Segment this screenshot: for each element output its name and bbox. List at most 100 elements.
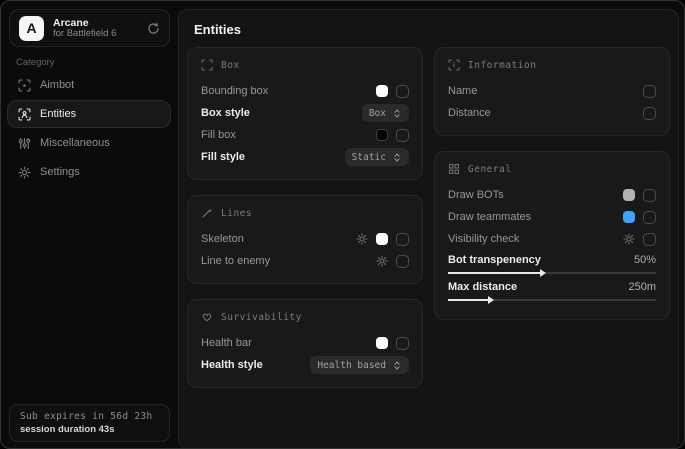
row-visibility-check: Visibility check: [448, 228, 656, 250]
draw-teammates-checkbox[interactable]: [643, 211, 656, 224]
color-swatch[interactable]: [376, 85, 388, 97]
page-title: Entities: [194, 22, 678, 37]
slider-value: 50%: [634, 254, 656, 266]
box-style-dropdown[interactable]: Box: [362, 104, 409, 122]
row-fill-style: Fill style Static: [201, 146, 409, 168]
name-checkbox[interactable]: [643, 85, 656, 98]
fill-style-dropdown[interactable]: Static: [345, 148, 409, 166]
information-section: Information Name Distance: [434, 47, 670, 136]
row-fill-box: Fill box: [201, 124, 409, 146]
section-title: Box: [221, 60, 240, 71]
skeleton-settings-gear-icon[interactable]: [356, 233, 368, 245]
line-to-enemy-checkbox[interactable]: [396, 255, 409, 268]
row-name: Name: [448, 80, 656, 102]
slider-value: 250m: [628, 281, 656, 293]
app-logo-card: A Arcane for Battlefield 6: [9, 9, 170, 47]
fill-box-checkbox[interactable]: [396, 129, 409, 142]
setting-label: Visibility check: [448, 233, 519, 245]
section-title: Lines: [221, 208, 252, 219]
sliders-icon: [18, 137, 31, 150]
setting-label: Bounding box: [201, 85, 268, 97]
bot-transparency-control: Bot transpenency 50%: [448, 254, 656, 274]
app-logo: A: [19, 16, 44, 41]
scan-person-icon: [18, 108, 31, 121]
slider-fill: [448, 299, 492, 301]
chevron-updown-icon: [392, 108, 402, 119]
sidebar-item-entities[interactable]: Entities: [7, 100, 171, 128]
setting-label: Fill box: [201, 129, 236, 141]
setting-label: Box style: [201, 107, 250, 119]
crosshair-icon: [18, 79, 31, 92]
setting-label: Distance: [448, 107, 491, 119]
setting-label: Health bar: [201, 337, 252, 349]
color-swatch[interactable]: [623, 189, 635, 201]
color-swatch[interactable]: [376, 337, 388, 349]
section-title: General: [468, 164, 512, 175]
section-title: Information: [468, 60, 536, 71]
visibility-settings-gear-icon[interactable]: [623, 233, 635, 245]
gear-icon: [18, 166, 31, 179]
health-style-dropdown[interactable]: Health based: [310, 356, 409, 374]
sync-icon[interactable]: [147, 22, 160, 35]
general-section: General Draw BOTs Draw teammates: [434, 151, 670, 320]
row-skeleton: Skeleton: [201, 228, 409, 250]
box-section: Box Bounding box Box style Box: [187, 47, 423, 180]
bounding-box-checkbox[interactable]: [396, 85, 409, 98]
row-bounding-box: Bounding box: [201, 80, 409, 102]
sidebar-item-miscellaneous[interactable]: Miscellaneous: [7, 129, 171, 157]
sidebar-item-label: Miscellaneous: [40, 137, 110, 149]
sidebar-item-aimbot[interactable]: Aimbot: [7, 71, 171, 99]
survivability-section: Survivability Health bar Health style He…: [187, 299, 423, 388]
color-swatch[interactable]: [376, 129, 388, 141]
app-subtitle: for Battlefield 6: [53, 29, 138, 40]
section-title: Survivability: [221, 312, 302, 323]
app-name: Arcane: [53, 17, 138, 29]
session-duration-text: session duration 43s: [20, 424, 159, 435]
color-swatch[interactable]: [623, 211, 635, 223]
row-health-bar: Health bar: [201, 332, 409, 354]
lines-section: Lines Skeleton Line to enemy: [187, 195, 423, 284]
category-label: Category: [16, 57, 55, 68]
app-window: A Arcane for Battlefield 6 Category: [0, 0, 685, 449]
slider-label: Bot transpenency: [448, 254, 541, 266]
grid-icon: [448, 163, 460, 175]
main-panel: Entities Box Bounding box: [178, 9, 679, 449]
setting-label: Draw BOTs: [448, 189, 504, 201]
max-distance-slider[interactable]: [448, 299, 656, 301]
chevron-updown-icon: [392, 360, 402, 371]
sub-expiry-text: Sub expires in 56d 23h: [20, 411, 159, 422]
slider-fill: [448, 272, 544, 274]
setting-label: Draw teammates: [448, 211, 531, 223]
max-distance-control: Max distance 250m: [448, 281, 656, 301]
line-settings-gear-icon[interactable]: [376, 255, 388, 267]
box-scan-icon: [201, 59, 213, 71]
pencil-line-icon: [201, 207, 213, 219]
row-health-style: Health style Health based: [201, 354, 409, 376]
setting-label: Health style: [201, 359, 263, 371]
setting-label: Skeleton: [201, 233, 244, 245]
slider-label: Max distance: [448, 281, 517, 293]
setting-label: Name: [448, 85, 477, 97]
skeleton-checkbox[interactable]: [396, 233, 409, 246]
row-draw-bots: Draw BOTs: [448, 184, 656, 206]
sidebar-item-label: Aimbot: [40, 79, 74, 91]
subscription-info: Sub expires in 56d 23h session duration …: [9, 404, 170, 442]
sidebar-item-settings[interactable]: Settings: [7, 158, 171, 186]
row-box-style: Box style Box: [201, 102, 409, 124]
setting-label: Fill style: [201, 151, 245, 163]
distance-checkbox[interactable]: [643, 107, 656, 120]
color-swatch[interactable]: [376, 233, 388, 245]
draw-bots-checkbox[interactable]: [643, 189, 656, 202]
row-draw-teammates: Draw teammates: [448, 206, 656, 228]
bot-transparency-slider[interactable]: [448, 272, 656, 274]
health-bar-checkbox[interactable]: [396, 337, 409, 350]
heart-icon: [201, 311, 213, 323]
sidebar-item-label: Entities: [40, 108, 76, 120]
sidebar-item-label: Settings: [40, 166, 80, 178]
row-line-to-enemy: Line to enemy: [201, 250, 409, 272]
sidebar-nav: Aimbot Entities Miscella: [7, 71, 171, 186]
visibility-check-checkbox[interactable]: [643, 233, 656, 246]
chevron-updown-icon: [392, 152, 402, 163]
setting-label: Line to enemy: [201, 255, 270, 267]
info-scan-icon: [448, 59, 460, 71]
